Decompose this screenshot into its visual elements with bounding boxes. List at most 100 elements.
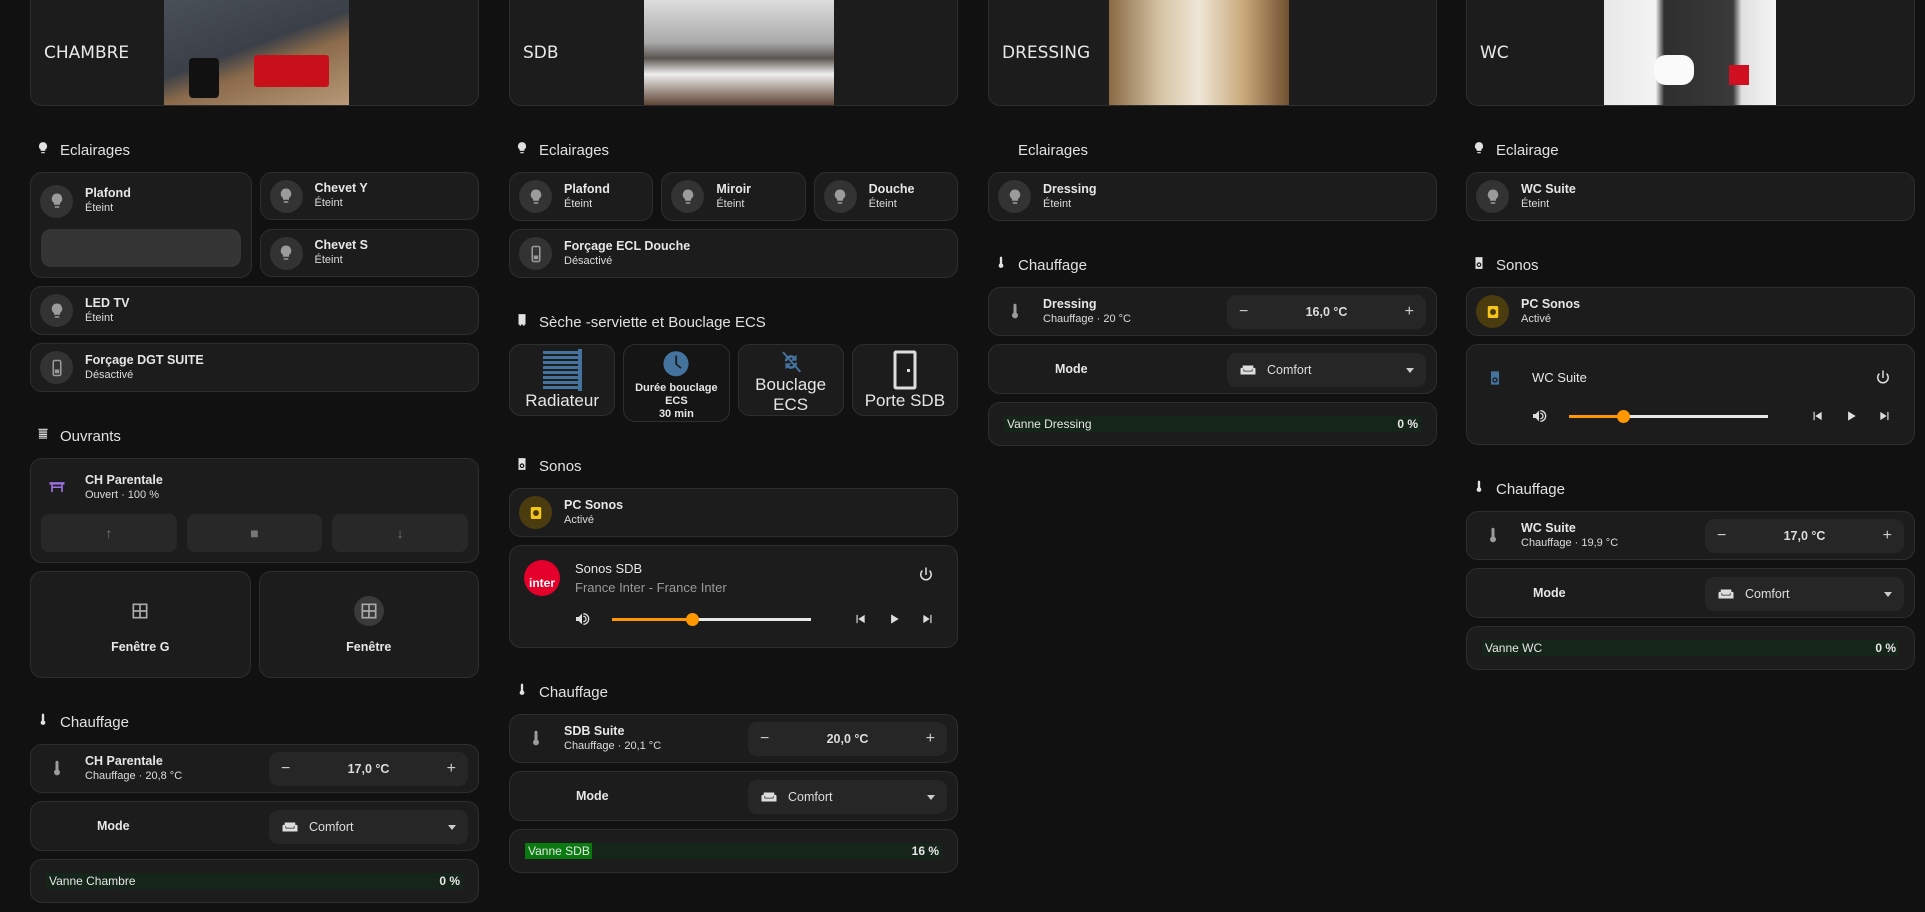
tile-sublabel: 30 min: [658, 408, 694, 420]
entity-name: SDB Suite: [564, 723, 625, 738]
mode-value: Comfort: [1267, 363, 1312, 377]
open-button[interactable]: ↑: [41, 514, 177, 552]
entity-name: Chevet Y: [314, 181, 368, 195]
mode-select[interactable]: Comfort: [1227, 353, 1426, 387]
cover-card[interactable]: CH Parentale Ouvert · 100 % ↑ ■ ↓: [30, 458, 479, 563]
volume-slider[interactable]: [1569, 409, 1768, 423]
entity-name: Plafond: [85, 186, 131, 200]
lightbulb-icon[interactable]: [671, 180, 705, 213]
entity-card-forcage-dgt-suite[interactable]: Forçage DGT SUITE Désactivé: [30, 343, 479, 392]
section-title: Eclairage: [1496, 141, 1559, 159]
next-button[interactable]: [1878, 409, 1892, 423]
room-header-wc[interactable]: WC: [1466, 0, 1915, 106]
room-header-dressing[interactable]: DRESSING: [988, 0, 1437, 106]
power-socket-icon[interactable]: [1476, 295, 1509, 328]
thermostat-card[interactable]: CH Parentale Chauffage · 20,8 °C − 17,0 °C…: [30, 744, 479, 793]
mode-select[interactable]: Comfort: [1705, 577, 1904, 611]
section-header: Sonos: [509, 452, 958, 480]
window-card-fenetre[interactable]: Fenêtre: [258, 571, 479, 678]
entity-card-plafond[interactable]: Plafond Éteint: [509, 172, 654, 221]
volume-icon[interactable]: [1531, 408, 1547, 424]
thermostat-card[interactable]: SDB Suite Chauffage · 20,1 °C − 20,0 °C +: [509, 714, 958, 763]
entity-card-chevet-s[interactable]: Chevet S Éteint: [259, 229, 479, 277]
tile-radiateur[interactable]: Radiateur: [509, 344, 616, 416]
entity-card-douche[interactable]: Douche Éteint: [813, 172, 958, 221]
entity-card-led-tv[interactable]: LED TV Éteint: [30, 286, 479, 335]
lightbulb-icon[interactable]: [269, 236, 303, 270]
section-title: Chauffage: [60, 713, 129, 731]
valve-name: Vanne Chambre: [49, 874, 136, 888]
previous-button[interactable]: [1810, 409, 1824, 423]
thermostat-card[interactable]: WC Suite Chauffage · 19,9 °C − 17,0 °C +: [1466, 511, 1915, 560]
lights-row: Plafond Éteint Miroir Éteint Douche Éteint: [509, 172, 958, 221]
toggle-switch-icon[interactable]: [519, 237, 552, 270]
room-title: DRESSING: [1002, 43, 1091, 63]
door-icon: [893, 350, 917, 390]
close-button[interactable]: ↓: [332, 514, 469, 552]
entity-card-pc-sonos[interactable]: PC Sonos Activé: [509, 488, 958, 537]
thermometer-icon: [1472, 480, 1486, 498]
entity-state: Éteint: [716, 197, 745, 210]
entity-state: Éteint: [314, 197, 343, 209]
entity-card-pc-sonos[interactable]: PC Sonos Activé: [1466, 287, 1915, 336]
previous-button[interactable]: [853, 612, 867, 626]
room-header-chambre[interactable]: CHAMBRE: [30, 0, 479, 106]
tile-bouclage-ecs[interactable]: Bouclage ECS: [737, 344, 844, 416]
decrease-button[interactable]: −: [760, 730, 769, 748]
entity-card-wc-suite[interactable]: WC Suite Éteint: [1466, 172, 1915, 221]
mode-value: Comfort: [788, 790, 833, 804]
increase-button[interactable]: +: [926, 730, 935, 748]
power-button[interactable]: [917, 566, 935, 584]
valve-value: 0 %: [1397, 417, 1418, 431]
entity-state: Chauffage · 19,9 °C: [1521, 536, 1619, 549]
toggle-switch-icon[interactable]: [40, 351, 73, 384]
entity-card-chevet-y[interactable]: Chevet Y Éteint: [259, 172, 479, 220]
increase-button[interactable]: +: [447, 760, 456, 778]
window-card-fenetre-g[interactable]: Fenêtre G: [30, 571, 251, 678]
lightbulb-icon[interactable]: [40, 184, 73, 218]
entity-card-miroir[interactable]: Miroir Éteint: [661, 172, 806, 221]
lightbulb-icon[interactable]: [269, 179, 303, 213]
play-button[interactable]: [887, 612, 901, 626]
mode-card: Mode Comfort: [509, 771, 958, 821]
mode-label: Mode: [1055, 362, 1088, 376]
lightbulb-icon[interactable]: [998, 180, 1031, 213]
play-button[interactable]: [1844, 409, 1858, 423]
power-button[interactable]: [1874, 369, 1892, 387]
section-header: Eclairages: [30, 136, 479, 164]
entity-state: Activé: [564, 513, 594, 526]
volume-slider[interactable]: [612, 612, 811, 626]
section-title: Sèche -serviette et Bouclage ECS: [539, 313, 766, 331]
entity-name: Plafond: [564, 181, 610, 196]
decrease-button[interactable]: −: [1717, 527, 1726, 545]
decrease-button[interactable]: −: [281, 760, 290, 778]
volume-icon[interactable]: [574, 611, 590, 627]
thermostat-card[interactable]: Dressing Chauffage · 20 °C − 16,0 °C +: [988, 287, 1437, 336]
tile-porte-sdb[interactable]: Porte SDB: [851, 344, 958, 416]
chevron-down-icon: [1406, 367, 1414, 373]
entity-state: Activé: [1521, 312, 1551, 325]
entity-card-forcage-ecl-douche[interactable]: Forçage ECL Douche Désactivé: [509, 229, 958, 278]
decrease-button[interactable]: −: [1239, 303, 1248, 321]
power-socket-icon[interactable]: [519, 496, 552, 529]
next-button[interactable]: [921, 612, 935, 626]
lightbulb-icon[interactable]: [519, 180, 552, 213]
brightness-slider[interactable]: [41, 229, 241, 267]
lightbulb-icon[interactable]: [823, 180, 857, 213]
increase-button[interactable]: +: [1883, 527, 1892, 545]
entity-state: Éteint: [85, 202, 114, 214]
increase-button[interactable]: +: [1405, 303, 1414, 321]
tile-duree-bouclage-ecs[interactable]: Durée bouclage ECS 30 min: [623, 344, 730, 422]
mode-select[interactable]: Comfort: [748, 780, 947, 814]
entity-card-plafond[interactable]: Plafond Éteint: [30, 172, 252, 278]
section-header: Chauffage: [1466, 475, 1915, 503]
lightbulb-icon[interactable]: [40, 294, 73, 327]
room-header-sdb[interactable]: SDB: [509, 0, 958, 106]
stop-button[interactable]: ■: [186, 514, 323, 552]
section-title: Eclairages: [60, 141, 131, 159]
mode-select[interactable]: Comfort: [269, 810, 468, 844]
towel-radiator-icon: [543, 349, 583, 391]
entity-state: Chauffage · 20,8 °C: [85, 769, 183, 782]
entity-card-dressing[interactable]: Dressing Éteint: [988, 172, 1437, 221]
lightbulb-icon[interactable]: [1476, 180, 1509, 213]
